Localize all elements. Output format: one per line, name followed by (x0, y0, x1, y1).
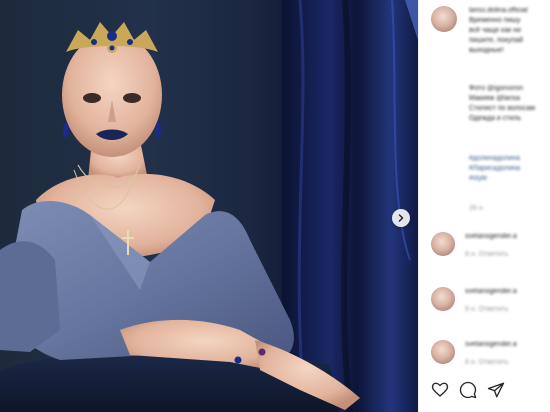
credits-line: Стилист по волосам (469, 105, 536, 112)
credits-line: Одежда и стиль (469, 115, 521, 122)
comment-item: svetanogender.a 8 н. Ответить (429, 334, 550, 374)
avatar[interactable] (431, 287, 455, 311)
post-caption: lariss.dolina.official Временно пишу всё… (469, 6, 550, 56)
comment-username[interactable]: svetanogender.a (465, 287, 517, 297)
portrait-image (0, 0, 418, 412)
caption-line: всё чаще как ни (469, 27, 521, 34)
post-date: 26 н. (469, 204, 550, 214)
author-username[interactable]: lariss.dolina.official (469, 6, 550, 16)
chevron-right-icon (398, 214, 404, 222)
comment-button[interactable] (459, 381, 477, 399)
post-photo[interactable] (0, 0, 418, 412)
credits-line[interactable]: Макияж @larisa (469, 94, 550, 104)
avatar[interactable] (431, 340, 455, 364)
post-side-panel: lariss.dolina.official Временно пишу всё… (418, 0, 550, 412)
comment-username[interactable]: svetanogender.a (465, 232, 517, 242)
comment-username[interactable]: svetanogender.a (465, 340, 517, 350)
share-button[interactable] (487, 381, 505, 399)
comment-meta[interactable]: 8 н. Ответить (465, 305, 509, 315)
post-credits: Фото @igorvoron Макияж @larisa Стилист п… (469, 84, 550, 124)
comment-icon (459, 381, 477, 399)
avatar[interactable] (431, 6, 457, 32)
caption-line: пишите, покупай (469, 37, 524, 44)
paper-plane-icon (487, 382, 505, 398)
heart-icon (431, 382, 449, 397)
comment-meta[interactable]: 8 н. Ответить (465, 250, 509, 260)
caption-line: выходные! (469, 47, 504, 54)
hashtag-link[interactable]: #долинадолина (469, 154, 550, 164)
post-date-text: 26 н. (469, 205, 485, 212)
comment-item: svetanogender.a 8 н. Ответить (429, 281, 550, 321)
like-button[interactable] (431, 381, 449, 399)
comment-item: svetanogender.a 8 н. Ответить (429, 226, 550, 266)
comment-meta[interactable]: 8 н. Ответить (465, 358, 509, 368)
post-hashtags: #долинадолина #Ларисадолина #style (469, 154, 550, 184)
credits-line[interactable]: Фото @igorvoron (469, 84, 550, 94)
hashtag-link[interactable]: #Ларисадолина (469, 164, 550, 174)
avatar[interactable] (431, 232, 455, 256)
caption-line: Временно пишу (469, 17, 521, 24)
post-actions (431, 381, 505, 399)
next-image-button[interactable] (392, 209, 410, 227)
hashtag-link[interactable]: #style (469, 174, 550, 184)
